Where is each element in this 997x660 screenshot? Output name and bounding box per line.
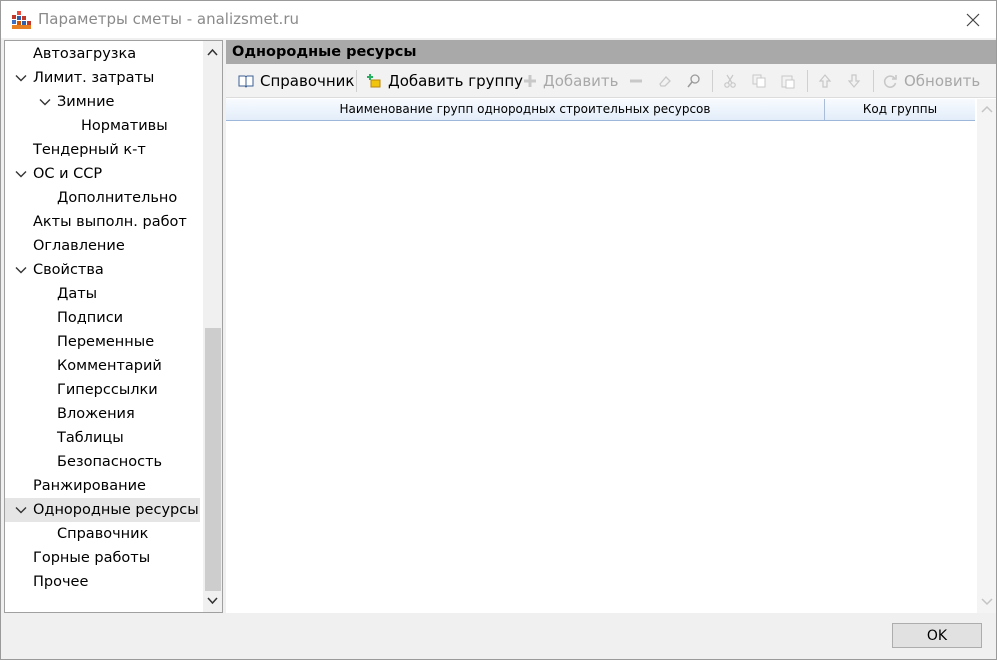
eraser-icon[interactable]	[657, 73, 673, 89]
tree-item[interactable]: Нормативы	[5, 114, 200, 138]
tree-scrollbar[interactable]	[203, 41, 222, 612]
tree-item-label: Нормативы	[81, 118, 168, 134]
move-up-icon[interactable]	[817, 73, 833, 89]
tree-item-label: Справочник	[57, 526, 149, 542]
tree-item[interactable]: Подписи	[5, 306, 200, 330]
tree-item[interactable]: Ранжирование	[5, 474, 200, 498]
tree-item[interactable]: Свойства	[5, 258, 200, 282]
chevron-down-icon[interactable]	[39, 96, 51, 108]
tree-item[interactable]: Комментарий	[5, 354, 200, 378]
tree-item[interactable]: Справочник	[5, 522, 200, 546]
grid-header: Наименование групп однородных строительн…	[226, 99, 975, 121]
find-replace-icon[interactable]	[686, 73, 702, 89]
tree-item-label: ОС и ССР	[33, 166, 103, 182]
tree-item-label: Вложения	[57, 406, 135, 422]
directory-button[interactable]: Справочник	[238, 69, 355, 93]
tree-item[interactable]: Акты выполн. работ	[5, 210, 200, 234]
settings-tree: Автозагрузка Лимит. затраты Зимние Норматив…	[4, 40, 223, 613]
tree-item-label: Тендерный к-т	[33, 142, 146, 158]
tree-item-label: Прочее	[33, 574, 89, 590]
tree-item-label: Акты выполн. работ	[33, 214, 187, 230]
refresh-icon	[883, 75, 897, 88]
add-group-label: Добавить группу	[388, 72, 524, 90]
plus-icon	[524, 75, 536, 87]
tree-item[interactable]: ОС и ССР	[5, 162, 200, 186]
add-label: Добавить	[543, 72, 619, 90]
tree-item-label: Комментарий	[57, 358, 162, 374]
tree-item-label: Свойства	[33, 262, 104, 278]
resources-panel: Однородные ресурсы Справочник Добавить г…	[226, 40, 996, 613]
paste-icon[interactable]	[780, 73, 796, 89]
chevron-down-icon[interactable]	[15, 72, 27, 84]
app-icon	[12, 11, 31, 29]
tree-item[interactable]: Лимит. затраты	[5, 66, 200, 90]
scroll-up-icon[interactable]	[981, 104, 993, 114]
toolbar-separator	[712, 70, 713, 92]
add-group-button[interactable]: Добавить группу	[366, 69, 523, 93]
dialog-window: Параметры сметы - analizsmet.ru Автозагр…	[0, 0, 997, 660]
tree-item-label: Однородные ресурсы	[33, 502, 199, 518]
tree-item-label: Безопасность	[57, 454, 163, 470]
toolbar: Справочник Добавить группу Добавить Обно…	[226, 64, 996, 98]
tree-item[interactable]: Даты	[5, 282, 200, 306]
tree-item[interactable]: Оглавление	[5, 234, 200, 258]
tree-item[interactable]: Гиперссылки	[5, 378, 200, 402]
cut-icon[interactable]	[722, 73, 738, 89]
tree-item-label: Ранжирование	[33, 478, 146, 494]
toolbar-separator	[356, 70, 357, 92]
tree-item[interactable]: Вложения	[5, 402, 200, 426]
tree-item-label: Переменные	[57, 334, 155, 350]
column-header-name[interactable]: Наименование групп однородных строительн…	[226, 99, 825, 120]
scroll-up-icon[interactable]	[206, 46, 219, 59]
tree-item-label: Подписи	[57, 310, 124, 326]
tree-scroll-thumb[interactable]	[205, 328, 221, 591]
tree-item-label: Лимит. затраты	[33, 70, 155, 86]
tree-item[interactable]: Таблицы	[5, 426, 200, 450]
scroll-down-icon[interactable]	[981, 597, 993, 607]
column-header-code[interactable]: Код группы	[825, 99, 975, 120]
tree-item-label: Таблицы	[57, 430, 124, 446]
chevron-down-icon[interactable]	[15, 168, 27, 180]
tree-item-label: Зимние	[57, 94, 115, 110]
scroll-down-icon[interactable]	[206, 594, 219, 607]
panel-title: Однородные ресурсы	[226, 40, 996, 64]
window-title: Параметры сметы - analizsmet.ru	[38, 10, 299, 28]
close-icon	[966, 13, 980, 26]
chevron-down-icon[interactable]	[15, 504, 27, 516]
directory-label: Справочник	[260, 72, 355, 90]
tree-item-label: Дополнительно	[57, 190, 178, 206]
close-button[interactable]	[950, 1, 996, 38]
tree-item-label: Автозагрузка	[33, 46, 137, 62]
add-button[interactable]: Добавить	[523, 69, 619, 93]
move-down-icon[interactable]	[846, 73, 862, 89]
tree-item[interactable]: Дополнительно	[5, 186, 200, 210]
book-icon	[238, 75, 254, 88]
tree-item[interactable]: Горные работы	[5, 546, 200, 570]
chevron-down-icon[interactable]	[15, 264, 27, 276]
tree-item-label: Даты	[57, 286, 98, 302]
refresh-label: Обновить	[904, 72, 981, 90]
refresh-button[interactable]: Обновить	[882, 69, 980, 93]
tree-item[interactable]: Однородные ресурсы	[5, 498, 200, 522]
tree-item[interactable]: Автозагрузка	[5, 42, 200, 66]
tree-item[interactable]: Переменные	[5, 330, 200, 354]
grid-scrollbar[interactable]	[977, 99, 996, 613]
ok-button[interactable]: OK	[892, 623, 982, 648]
toolbar-separator	[873, 70, 874, 92]
copy-icon[interactable]	[751, 73, 767, 89]
add-group-icon	[367, 74, 381, 88]
tree-item[interactable]: Тендерный к-т	[5, 138, 200, 162]
tree-item[interactable]: Безопасность	[5, 450, 200, 474]
title-bar: Параметры сметы - analizsmet.ru	[1, 1, 996, 38]
toolbar-separator	[807, 70, 808, 92]
tree-item[interactable]: Прочее	[5, 570, 200, 594]
tree-item-label: Гиперссылки	[57, 382, 158, 398]
tree-item[interactable]: Зимние	[5, 90, 200, 114]
remove-icon[interactable]	[628, 73, 644, 89]
tree-item-label: Горные работы	[33, 550, 151, 566]
tree-item-label: Оглавление	[33, 238, 125, 254]
